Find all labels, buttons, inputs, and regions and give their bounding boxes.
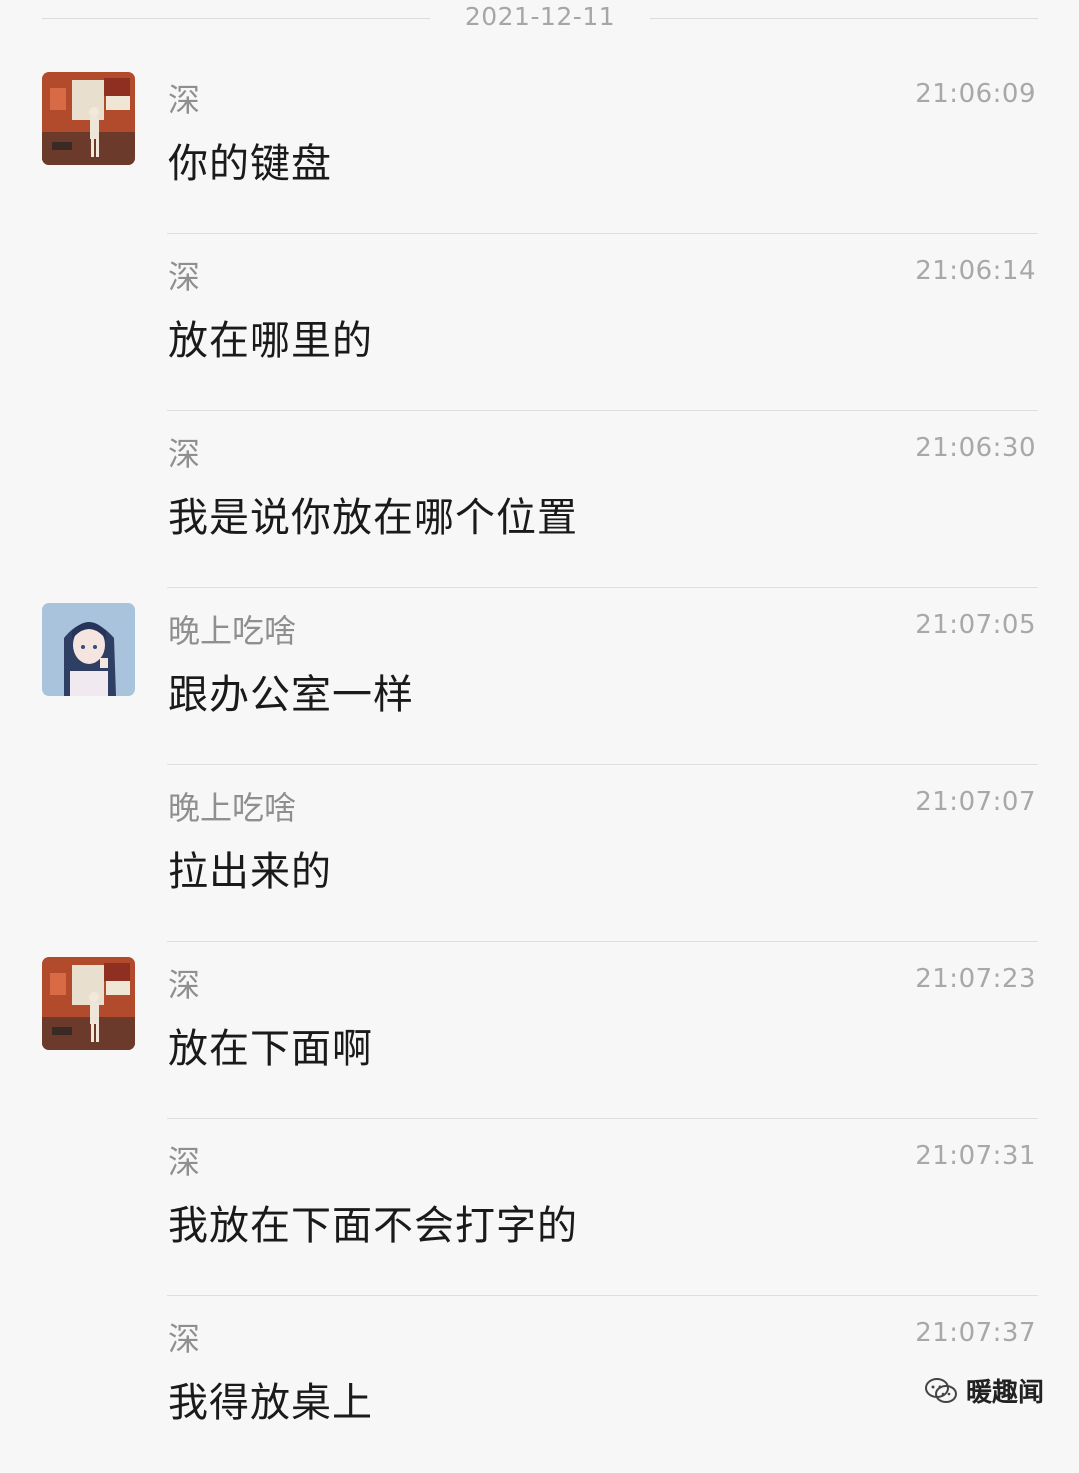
avatar-girl-image [42,603,135,696]
message-row[interactable]: 深 21:07:23 放在下面啊 [0,942,1079,1119]
message-row[interactable]: 晚上吃啥 21:07:07 拉出来的 [0,765,1079,942]
message-time: 21:07:37 [915,1318,1036,1348]
message-text: 拉出来的 [168,849,332,895]
message-time: 21:07:23 [915,964,1036,994]
avatar-deep[interactable] [42,72,135,165]
message-text: 我是说你放在哪个位置 [168,495,578,541]
message-time: 21:07:31 [915,1141,1036,1171]
sender-name: 深 [168,81,201,119]
watermark: 暖趣闻 [924,1372,1044,1409]
avatar-deep-image [42,957,135,1050]
date-separator: 2021-12-11 [0,0,1079,38]
message-text: 跟办公室一样 [168,672,414,718]
message-row[interactable]: 深 21:07:31 我放在下面不会打字的 [0,1119,1079,1296]
sender-name: 晚上吃啥 [168,612,297,650]
message-row[interactable]: 深 21:06:30 我是说你放在哪个位置 [0,411,1079,588]
message-time: 21:07:05 [915,610,1036,640]
message-row[interactable]: 深 21:07:37 我得放桌上 [0,1296,1079,1473]
message-text: 放在哪里的 [168,318,373,364]
avatar-deep[interactable] [42,957,135,1050]
sender-name: 深 [168,966,201,1004]
wechat-icon [924,1377,957,1403]
message-time: 21:06:14 [915,256,1036,286]
message-time: 21:06:09 [915,79,1036,109]
sender-name: 晚上吃啥 [168,789,297,827]
message-row[interactable]: 晚上吃啥 21:07:05 跟办公室一样 [0,588,1079,765]
sender-name: 深 [168,258,201,296]
sender-name: 深 [168,1320,201,1358]
sender-name: 深 [168,1143,201,1181]
message-row[interactable]: 深 21:06:09 你的键盘 [0,57,1079,234]
message-time: 21:07:07 [915,787,1036,817]
message-time: 21:06:30 [915,433,1036,463]
sender-name: 深 [168,435,201,473]
message-row[interactable]: 深 21:06:14 放在哪里的 [0,234,1079,411]
date-divider-left [42,18,430,19]
date-divider-right [650,18,1038,19]
message-text: 我放在下面不会打字的 [168,1203,578,1249]
message-text: 我得放桌上 [168,1380,373,1426]
date-label: 2021-12-11 [464,2,616,31]
avatar-girl[interactable] [42,603,135,696]
message-text: 你的键盘 [168,141,332,187]
avatar-deep-image [42,72,135,165]
message-text: 放在下面啊 [168,1026,373,1072]
watermark-label: 暖趣闻 [965,1378,1044,1408]
